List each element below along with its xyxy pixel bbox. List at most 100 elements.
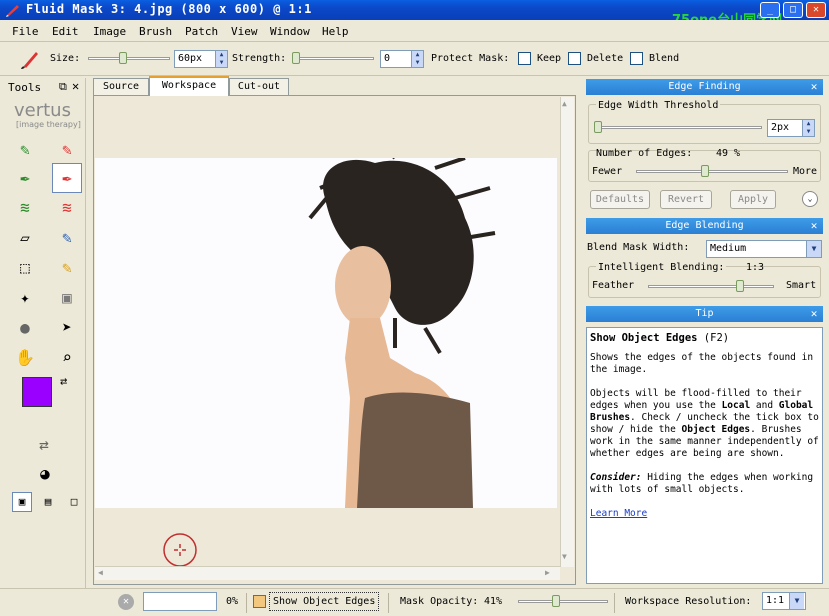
intelligent-blending-value: 1:3 [746,262,765,273]
edge-threshold-value: 2px [771,122,790,133]
edge-threshold-slider[interactable] [596,126,762,129]
vertical-scrollbar[interactable]: ▲ ▼ [560,97,574,567]
tab-source[interactable]: Source [93,78,149,95]
tip-bold: Local [721,400,751,411]
num-edges-slider[interactable] [636,170,788,173]
show-edges-label[interactable]: Show Object Edges [269,592,380,611]
title-bar: Fluid Mask 3: 4.jpg (800 x 600) @ 1:1 75… [0,0,829,28]
strength-spinner[interactable]: ▲ ▼ [411,51,423,67]
revert-button[interactable]: Revert [660,190,712,209]
menu-image[interactable]: Image [93,25,126,38]
menu-help[interactable]: Help [322,25,349,38]
pointer-icon[interactable]: ➤ [54,316,80,340]
feather-label: Feather [592,280,635,291]
keep-patch-icon[interactable]: ≋ [12,196,38,220]
global-keep-brush-icon[interactable]: ✒ [12,166,38,190]
edge-finding-header: Edge Finding [586,79,823,95]
tip-title: Tip [695,308,714,319]
edge-blending-close-icon[interactable]: ✕ [807,219,821,233]
eraser-icon[interactable]: ▱ [12,226,38,250]
num-edges-slider-thumb[interactable] [701,165,709,177]
delete-checkbox[interactable] [568,52,581,65]
close-window-button[interactable]: ✕ [806,2,826,18]
edge-finding-close-icon[interactable]: ✕ [807,80,821,94]
menu-window[interactable]: Window [270,25,310,38]
smudge-icon[interactable]: ● [12,316,38,340]
edge-threshold-spinner[interactable]: ▲ ▼ [802,120,814,136]
tab-cut-out[interactable]: Cut-out [229,78,289,95]
size-slider-thumb[interactable] [119,52,128,64]
brush-cursor-icon [163,533,197,567]
menu-brush[interactable]: Brush [139,25,172,38]
maximize-button[interactable]: □ [783,2,803,18]
tip-heading: Show Object Edges [590,332,698,344]
scroll-right-icon[interactable]: ▶ [545,568,550,577]
foreground-color-swatch[interactable] [22,377,52,407]
delete-patch-icon[interactable]: ≋ [54,196,80,220]
chevron-down-icon[interactable]: ▼ [806,241,821,257]
selection-tool-icon[interactable]: ⬚ [12,256,38,280]
view-mode-1-icon[interactable]: ▣ [12,492,32,512]
tools-close-icon[interactable]: ✕ [72,79,79,93]
edge-blending-header: Edge Blending [586,218,823,234]
tools-panel: Tools ⧉ ✕ vertus [image therapy] ✎ ✎ ✒ ✒… [4,78,86,590]
menu-patch[interactable]: Patch [185,25,218,38]
tab-workspace[interactable]: Workspace [149,76,229,96]
camera-icon[interactable]: ▣ [54,286,80,310]
swap-source-icon[interactable]: ⇄ [24,433,64,457]
mask-opacity-slider-thumb[interactable] [551,595,560,607]
size-label: Size: [50,53,81,64]
scroll-left-icon[interactable]: ◀ [98,568,103,577]
view-mode-2-icon[interactable]: ▤ [38,492,58,512]
blend-checkbox[interactable] [630,52,643,65]
status-bar: ✕ 0% Show Object Edges Mask Opacity: 41%… [0,588,829,616]
magic-wand-icon[interactable]: ✦ [12,286,38,310]
learn-more-link[interactable]: Learn More [590,508,647,519]
show-edges-checkbox[interactable] [253,595,266,608]
zoom-icon[interactable]: ⌕ [54,346,80,370]
defaults-button[interactable]: Defaults [590,190,650,209]
intelligent-blending-label: Intelligent Blending: [596,262,727,273]
hand-icon[interactable]: ✋ [12,346,38,370]
vertus-logo: vertus [14,100,71,121]
tip-shortcut: (F2) [703,332,730,344]
keep-checkbox[interactable] [518,52,531,65]
size-spinner[interactable]: ▲ ▼ [215,51,227,67]
scroll-up-icon[interactable]: ▲ [562,99,567,108]
tip-text: and [750,400,779,411]
undock-icon[interactable]: ⧉ [59,80,67,94]
tip-close-icon[interactable]: ✕ [807,307,821,321]
scroll-down-icon[interactable]: ▼ [562,552,567,561]
fill-tool-icon[interactable]: ✎ [54,256,80,280]
intelligent-blending-slider[interactable] [648,285,774,288]
menu-view[interactable]: View [231,25,258,38]
local-delete-brush-icon[interactable]: ✎ [54,138,80,162]
blend-width-select[interactable]: Medium [706,240,822,258]
intelligent-blending-slider-thumb[interactable] [736,280,744,292]
menu-edit[interactable]: Edit [52,25,79,38]
strength-slider[interactable] [292,57,374,60]
smart-label: Smart [786,280,817,291]
menu-file[interactable]: File [12,25,39,38]
local-keep-brush-icon[interactable]: ✎ [12,138,38,162]
blend-brush-icon[interactable]: ✎ [54,226,80,250]
tip-paragraph-1: Shows the edges of the objects found in … [590,352,814,375]
workspace-image[interactable] [95,158,557,508]
swap-colors-icon[interactable]: ⇄ [60,374,67,388]
palette-icon[interactable]: ◕ [32,462,58,486]
mask-opacity-slider[interactable] [518,600,608,603]
apply-button[interactable]: Apply [730,190,776,209]
size-slider[interactable] [88,57,170,60]
tip-paragraph-2: Objects will be flood-filled to their ed… [590,388,819,460]
global-delete-brush-icon[interactable]: ✒ [52,163,82,193]
view-mode-3-icon[interactable]: □ [64,492,84,512]
tip-heading-line: Show Object Edges (F2) [590,332,819,344]
cancel-icon[interactable]: ✕ [118,594,134,610]
horizontal-scrollbar[interactable]: ◀ ▶ [95,566,560,580]
edge-threshold-slider-thumb[interactable] [594,121,602,133]
delete-label: Delete [587,53,624,64]
minimize-button[interactable]: _ [760,2,780,18]
resolution-chevron-down-icon[interactable]: ▼ [789,593,804,609]
expand-icon[interactable]: ⌄ [802,191,818,207]
strength-slider-thumb[interactable] [292,52,300,64]
